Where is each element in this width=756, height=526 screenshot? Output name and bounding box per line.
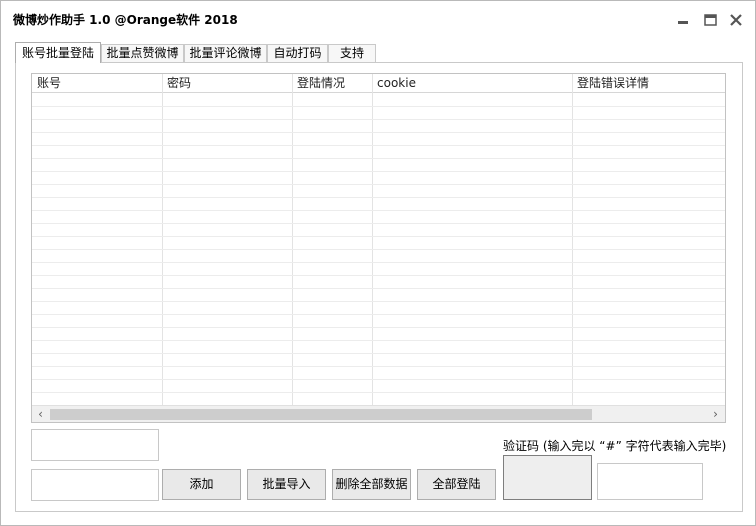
scroll-left-icon[interactable]: ‹: [32, 406, 49, 422]
table-row-line: [32, 119, 725, 120]
table-row-line: [32, 197, 725, 198]
column-header-cookie[interactable]: cookie: [372, 74, 416, 93]
scrollbar-thumb[interactable]: [50, 409, 592, 420]
table-row-line: [32, 379, 725, 380]
tab-batch-like[interactable]: 批量点赞微博: [101, 44, 184, 62]
tab-support[interactable]: 支持: [328, 44, 376, 62]
password-input[interactable]: [31, 469, 159, 501]
table-body: [32, 93, 725, 405]
window-title: 微博炒作助手 1.0 @Orange软件 2018: [13, 13, 238, 27]
add-button[interactable]: 添加: [162, 469, 241, 500]
title-bar: 微博炒作助手 1.0 @Orange软件 2018: [1, 1, 755, 37]
column-header-error-detail[interactable]: 登陆错误详情: [572, 74, 649, 93]
table-row-line: [32, 145, 725, 146]
account-table[interactable]: 账号 密码 登陆情况 cookie 登陆错误详情 ‹ ›: [31, 73, 726, 423]
table-row-line: [32, 106, 725, 107]
login-all-button[interactable]: 全部登陆: [417, 469, 496, 500]
table-row-line: [32, 301, 725, 302]
table-row-line: [32, 223, 725, 224]
column-header-password[interactable]: 密码: [162, 74, 191, 93]
tab-batch-comment[interactable]: 批量评论微博: [184, 44, 267, 62]
table-row-line: [32, 132, 725, 133]
table-row-line: [32, 236, 725, 237]
table-row-line: [32, 366, 725, 367]
table-row-line: [32, 288, 725, 289]
tab-panel: 账号 密码 登陆情况 cookie 登陆错误详情 ‹ › 添加 批量导入 删除全…: [15, 62, 743, 512]
column-header-account[interactable]: 账号: [32, 74, 61, 93]
table-row-line: [32, 353, 725, 354]
tab-auto-captcha[interactable]: 自动打码: [267, 44, 328, 62]
table-row-line: [32, 210, 725, 211]
scroll-right-icon[interactable]: ›: [707, 406, 724, 422]
table-row-line: [32, 171, 725, 172]
table-row-line: [32, 184, 725, 185]
table-row-line: [32, 314, 725, 315]
horizontal-scrollbar[interactable]: ‹ ›: [32, 405, 725, 422]
delete-all-button[interactable]: 删除全部数据: [332, 469, 411, 500]
app-window: 微博炒作助手 1.0 @Orange软件 2018 账号批量登陆 批量点赞微博 …: [0, 0, 756, 526]
table-row-line: [32, 275, 725, 276]
account-input[interactable]: [31, 429, 159, 461]
table-row-line: [32, 392, 725, 393]
tab-account-login[interactable]: 账号批量登陆: [15, 42, 101, 63]
table-row-line: [32, 327, 725, 328]
captcha-image[interactable]: [503, 455, 592, 500]
table-row-line: [32, 340, 725, 341]
close-icon[interactable]: [725, 9, 747, 31]
column-header-login-status[interactable]: 登陆情况: [292, 74, 345, 93]
table-row-line: [32, 158, 725, 159]
table-header: 账号 密码 登陆情况 cookie 登陆错误详情: [32, 74, 725, 93]
maximize-icon[interactable]: [699, 9, 721, 31]
batch-import-button[interactable]: 批量导入: [247, 469, 326, 500]
table-row-line: [32, 249, 725, 250]
captcha-label: 验证码 (输入完以 “#” 字符代表输入完毕): [503, 439, 727, 453]
minimize-icon[interactable]: [672, 9, 694, 31]
table-row-line: [32, 262, 725, 263]
captcha-input[interactable]: [597, 463, 703, 500]
